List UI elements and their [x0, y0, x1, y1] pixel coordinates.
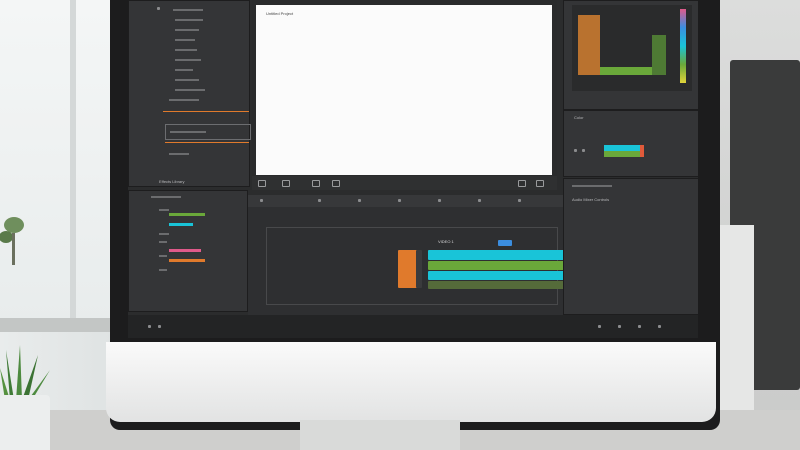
- track-row[interactable]: [151, 196, 181, 198]
- list-item[interactable]: [175, 79, 199, 81]
- status-icon[interactable]: [598, 325, 601, 328]
- timeline-toolbar: [248, 195, 563, 207]
- color-panel: Color: [563, 110, 698, 177]
- list-item[interactable]: [169, 99, 199, 101]
- list-item[interactable]: [175, 29, 199, 31]
- track-panel: [128, 190, 248, 312]
- list-item[interactable]: [173, 9, 203, 11]
- marker-icon[interactable]: [258, 180, 266, 187]
- track-row[interactable]: [159, 209, 169, 211]
- track-level-pink: [169, 249, 201, 252]
- tool-icon[interactable]: [260, 199, 263, 202]
- status-icon[interactable]: [638, 325, 641, 328]
- scope-display: [572, 5, 692, 91]
- color-swatch[interactable]: [604, 145, 640, 157]
- clip-orange[interactable]: [398, 250, 418, 288]
- audio-row[interactable]: [572, 185, 612, 187]
- scope-orange-bar: [578, 15, 600, 75]
- plant-pot: [0, 395, 50, 450]
- tool-icon[interactable]: [398, 199, 401, 202]
- pause-icon[interactable]: [332, 180, 340, 187]
- background-monitor: [714, 225, 754, 415]
- scope-green-column: [652, 35, 666, 75]
- track-level-orange: [169, 259, 205, 262]
- color-icon[interactable]: [582, 149, 585, 152]
- timeline-panel: VIDEO 1: [248, 195, 668, 315]
- list-item[interactable]: [175, 19, 203, 21]
- track-row[interactable]: [159, 255, 167, 257]
- color-marker: [640, 145, 644, 157]
- selection-line: [165, 142, 249, 143]
- tool-icon[interactable]: [518, 199, 521, 202]
- playback-controls: [252, 176, 557, 190]
- preview-title: Untitled Project: [266, 11, 294, 16]
- panel-label: Effects Library: [159, 179, 185, 184]
- monitor-stand: [300, 420, 460, 450]
- color-icon[interactable]: [574, 149, 577, 152]
- window-light: [0, 0, 120, 330]
- list-item[interactable]: [175, 39, 195, 41]
- track-row[interactable]: [159, 269, 167, 271]
- editor-screen: Effects Library Untitled Project VIDEO 1…: [128, 0, 698, 338]
- status-icon[interactable]: [618, 325, 621, 328]
- clip-gap: [416, 250, 422, 288]
- selected-item[interactable]: [165, 124, 251, 140]
- settings-icon[interactable]: [518, 180, 526, 187]
- tool-icon[interactable]: [318, 199, 321, 202]
- color-panel-label: Color: [574, 115, 584, 120]
- list-item[interactable]: [175, 59, 201, 61]
- list-item[interactable]: [169, 153, 189, 155]
- track-row[interactable]: [159, 233, 169, 235]
- export-icon[interactable]: [536, 180, 544, 187]
- audio-panel: Audio Mixer Controls: [563, 178, 698, 315]
- list-item[interactable]: [175, 49, 197, 51]
- track-level-cyan: [169, 223, 193, 226]
- plant-icon: [0, 345, 50, 400]
- play-icon[interactable]: [312, 180, 320, 187]
- tool-icon[interactable]: [478, 199, 481, 202]
- tool-icon[interactable]: [358, 199, 361, 202]
- status-icon[interactable]: [158, 325, 161, 328]
- tool-icon[interactable]: [438, 199, 441, 202]
- monitor-chin: [106, 342, 716, 422]
- audio-panel-label: Audio Mixer Controls: [572, 197, 610, 202]
- project-panel: Effects Library: [128, 0, 251, 187]
- plant-small-icon: [0, 217, 24, 265]
- scopes-panel: [563, 0, 698, 110]
- selection-line: [163, 111, 249, 112]
- preview-canvas: Untitled Project: [256, 5, 552, 175]
- status-bar: [128, 315, 698, 338]
- stop-icon[interactable]: [282, 180, 290, 187]
- list-item[interactable]: [175, 69, 193, 71]
- scope-green-bar: [600, 67, 660, 75]
- window-frame: [70, 0, 76, 320]
- status-icon[interactable]: [658, 325, 661, 328]
- status-icon[interactable]: [148, 325, 151, 328]
- color-strip: [680, 9, 686, 83]
- list-item[interactable]: [175, 89, 205, 91]
- track-row[interactable]: [159, 241, 167, 243]
- folder-icon[interactable]: [157, 7, 160, 10]
- track-level-green: [169, 213, 205, 216]
